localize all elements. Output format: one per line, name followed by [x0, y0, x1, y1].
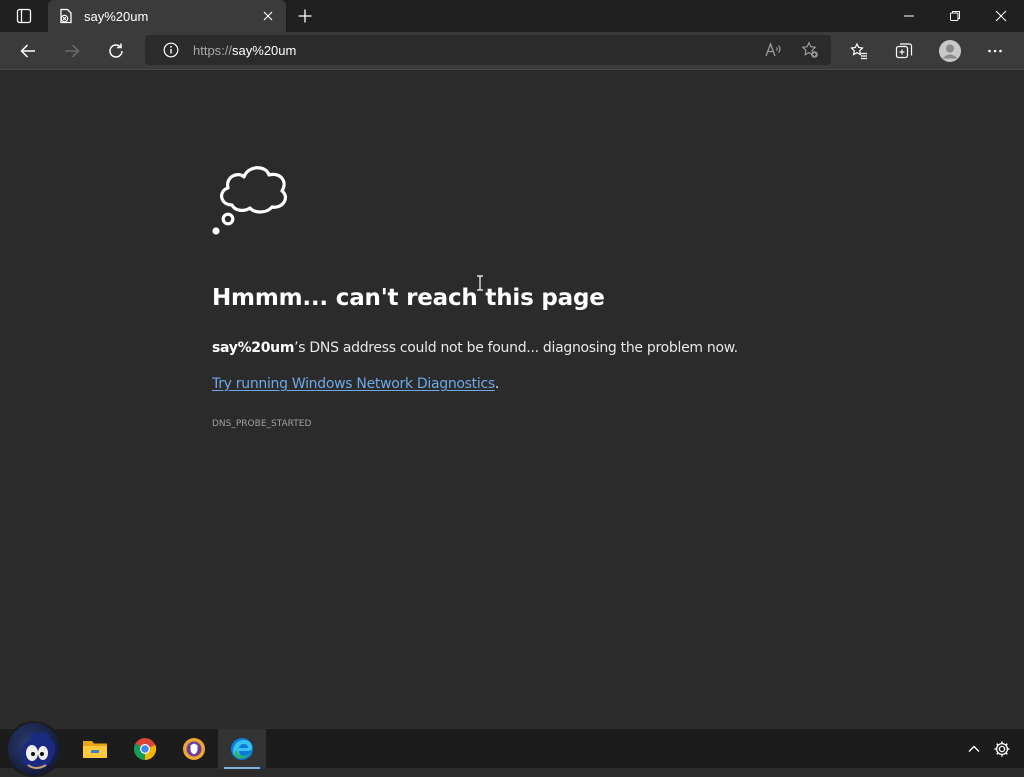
more-button[interactable]: [979, 35, 1011, 67]
page-content: Hmmm... can't reach this page say%20um’s…: [0, 71, 1024, 728]
back-button[interactable]: [12, 35, 44, 67]
text-cursor-icon: [477, 275, 483, 291]
start-avatar[interactable]: [6, 721, 62, 777]
taskbar-edge[interactable]: [218, 729, 266, 769]
restore-button[interactable]: [932, 0, 978, 32]
favorites-button[interactable]: [843, 35, 875, 67]
read-aloud-icon: [765, 42, 781, 57]
error-heading: Hmmm... can't reach this page: [212, 285, 605, 311]
brave-icon: [183, 738, 205, 760]
chevron-up-icon: [968, 745, 980, 752]
info-icon[interactable]: [159, 38, 183, 62]
close-window-button[interactable]: [978, 0, 1024, 32]
address-bar[interactable]: https://say%20um: [145, 35, 831, 65]
collections-button[interactable]: [888, 35, 920, 67]
gear-icon: [994, 741, 1010, 757]
refresh-button[interactable]: [100, 35, 132, 67]
avatar-art-icon: [21, 731, 56, 769]
close-icon: [995, 10, 1007, 22]
profile-button[interactable]: [934, 35, 966, 67]
tab-actions-icon[interactable]: [8, 6, 40, 26]
title-bar: say%20um: [0, 0, 1024, 32]
profile-icon: [939, 40, 961, 62]
tab-active[interactable]: say%20um: [48, 0, 286, 32]
page-error-icon: [58, 8, 74, 24]
forward-button[interactable]: [56, 35, 88, 67]
restore-icon: [950, 11, 960, 21]
arrow-right-icon: [65, 44, 80, 58]
tray-overflow-button[interactable]: [962, 737, 986, 761]
add-favorite-button[interactable]: [797, 38, 823, 62]
favorites-icon: [850, 42, 867, 60]
taskbar-chrome[interactable]: [121, 729, 169, 769]
plus-icon: [298, 9, 312, 23]
minimize-icon: [904, 15, 914, 17]
network-diagnostics-link[interactable]: Try running Windows Network Diagnostics: [212, 376, 495, 392]
arrow-left-icon: [20, 44, 35, 58]
taskbar-file-explorer[interactable]: [71, 729, 119, 769]
folder-icon: [83, 741, 107, 758]
chrome-icon: [134, 738, 157, 760]
tab-title: say%20um: [84, 8, 149, 24]
collections-icon: [895, 43, 913, 59]
error-code: DNS_PROBE_STARTED: [212, 419, 312, 429]
url-host: say%20um: [232, 42, 297, 58]
dns-message-text: ’s DNS address could not be found... dia…: [294, 340, 738, 356]
url-scheme: https://: [193, 42, 233, 58]
taskbar-brave[interactable]: [170, 729, 218, 769]
dns-error-message: say%20um’s DNS address could not be foun…: [212, 340, 738, 356]
thought-cloud-icon: [212, 166, 287, 235]
diagnostics-line: Try running Windows Network Diagnostics.: [212, 376, 499, 392]
new-tab-button[interactable]: [292, 4, 318, 28]
taskbar: [0, 721, 1024, 777]
tray-settings-button[interactable]: [990, 737, 1014, 761]
refresh-icon: [109, 43, 123, 58]
url-text[interactable]: https://say%20um: [193, 43, 831, 58]
star-add-icon: [801, 41, 818, 58]
read-aloud-button[interactable]: [760, 38, 786, 62]
close-icon[interactable]: [258, 6, 278, 26]
browser-toolbar: https://say%20um: [0, 32, 1024, 70]
ellipsis-icon: [988, 49, 1002, 53]
edge-icon: [231, 738, 253, 760]
error-host: say%20um: [212, 340, 295, 356]
minimize-button[interactable]: [886, 0, 932, 32]
diagnostics-period: .: [494, 376, 500, 392]
